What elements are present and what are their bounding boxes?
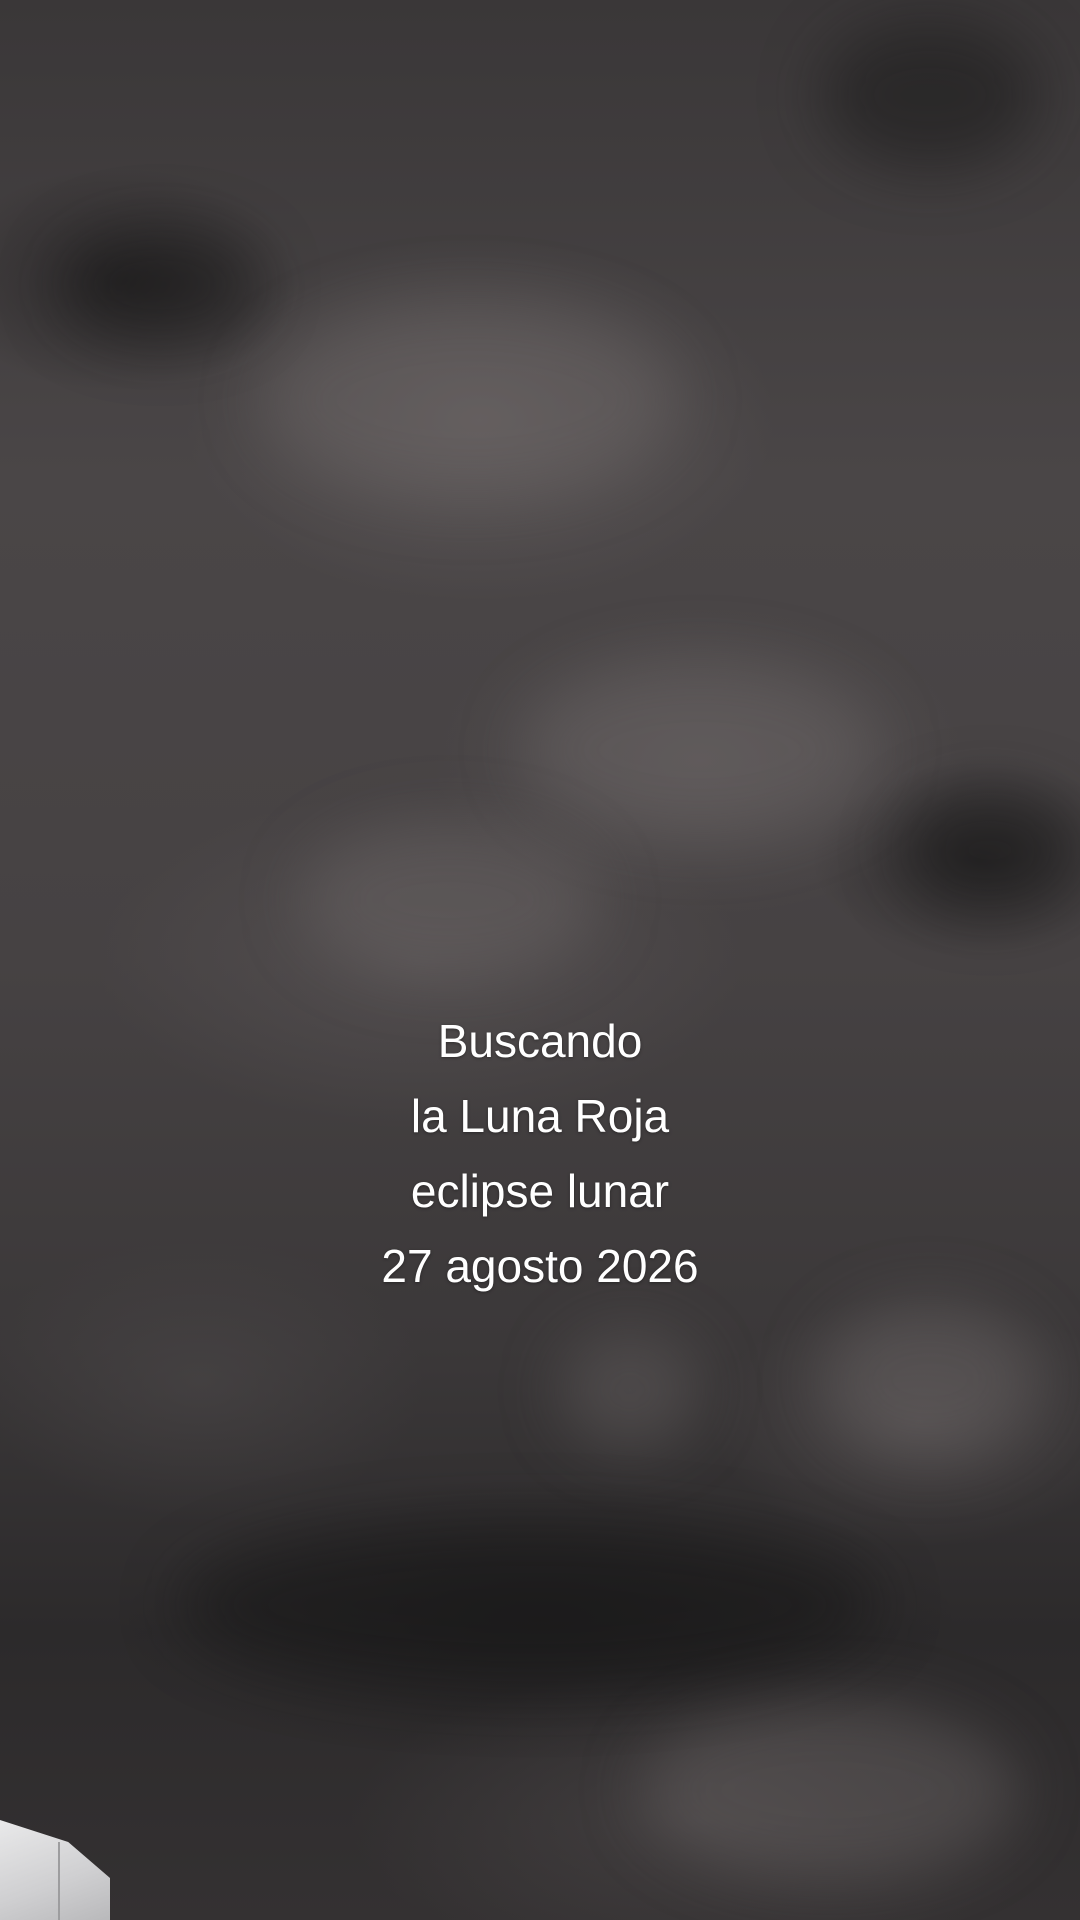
cloud [560,1330,700,1450]
cloud [520,660,880,840]
caption-line-3: eclipse lunar [410,1165,670,1217]
building-corner [0,1800,140,1920]
caption-line-2: la Luna Roja [410,1090,670,1142]
cloud [820,1300,1040,1460]
building-edge [58,1842,60,1920]
building-wall [0,1820,110,1920]
dark-cloud [60,230,260,340]
dark-cloud [180,1520,880,1690]
dark-cloud [900,790,1080,910]
caption-overlay: Buscando la Luna Roja eclipse lunar 27 a… [0,1004,1080,1304]
caption-line-4: 27 agosto 2026 [381,1240,699,1292]
cloud [640,1700,1020,1880]
cloud [260,300,680,500]
caption-line-1: Buscando [437,1015,643,1067]
dark-cloud [820,20,1040,170]
cloud [300,820,600,980]
video-frame: Buscando la Luna Roja eclipse lunar 27 a… [0,0,1080,1920]
